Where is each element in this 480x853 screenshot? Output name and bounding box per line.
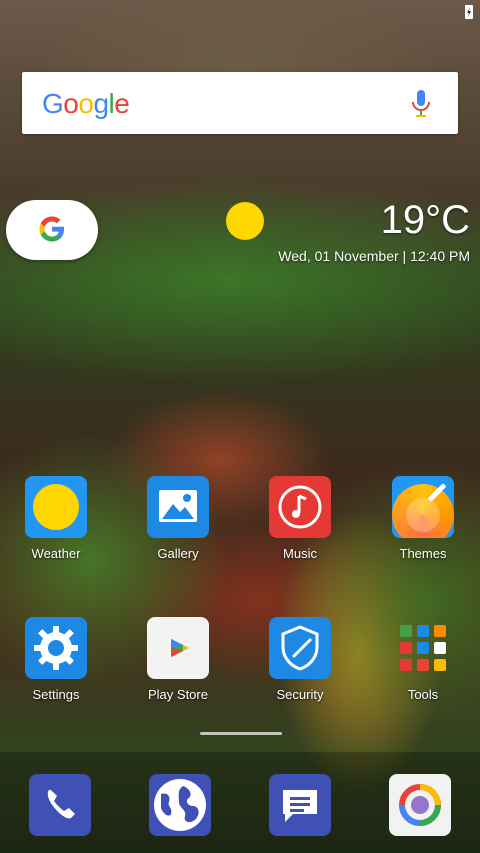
app-music[interactable]: Music (252, 476, 348, 561)
google-logo: Google (42, 88, 130, 119)
music-icon (269, 476, 331, 538)
play-store-icon (147, 617, 209, 679)
app-label: Themes (399, 546, 447, 561)
message-icon (283, 790, 317, 822)
phone-icon (47, 790, 75, 819)
status-bar (0, 0, 480, 24)
app-settings[interactable]: Settings (8, 617, 104, 702)
sun-icon (226, 202, 264, 240)
app-label: Settings (32, 687, 80, 702)
app-security[interactable]: Security (252, 617, 348, 702)
battery-charging-icon (465, 5, 473, 19)
app-label: Music (283, 546, 317, 561)
app-play-store[interactable]: Play Store (130, 617, 226, 702)
gallery-icon (147, 476, 209, 538)
themes-icon (392, 476, 454, 538)
dock-camera[interactable] (389, 774, 451, 836)
app-weather[interactable]: Weather (8, 476, 104, 561)
date-time: Wed, 01 November | 12:40 PM (278, 248, 470, 264)
microphone-icon[interactable] (410, 89, 432, 119)
app-label: Gallery (157, 546, 199, 561)
weather-icon (25, 476, 87, 538)
shield-icon (269, 617, 331, 679)
app-label: Security (276, 687, 324, 702)
page-indicator (200, 732, 282, 735)
google-app-shortcut[interactable] (6, 200, 98, 260)
app-gallery[interactable]: Gallery (130, 476, 226, 561)
app-themes[interactable]: Themes (375, 476, 471, 561)
google-search-bar[interactable]: Google (22, 72, 458, 134)
dock-browser[interactable] (149, 774, 211, 836)
globe-icon (154, 779, 206, 831)
gear-icon (25, 617, 87, 679)
weather-clock-widget[interactable]: 19°C Wed, 01 November | 12:40 PM (170, 198, 470, 268)
folder-icon (392, 617, 454, 679)
app-label: Tools (407, 687, 439, 702)
camera-icon (399, 784, 441, 826)
app-tools-folder[interactable]: Tools (375, 617, 471, 702)
app-label: Weather (31, 546, 81, 561)
app-label: Play Store (148, 687, 208, 702)
temperature: 19°C (380, 198, 470, 242)
dock-messages[interactable] (269, 774, 331, 836)
dock-phone[interactable] (29, 774, 91, 836)
dock (0, 752, 480, 853)
google-g-icon (39, 216, 64, 242)
